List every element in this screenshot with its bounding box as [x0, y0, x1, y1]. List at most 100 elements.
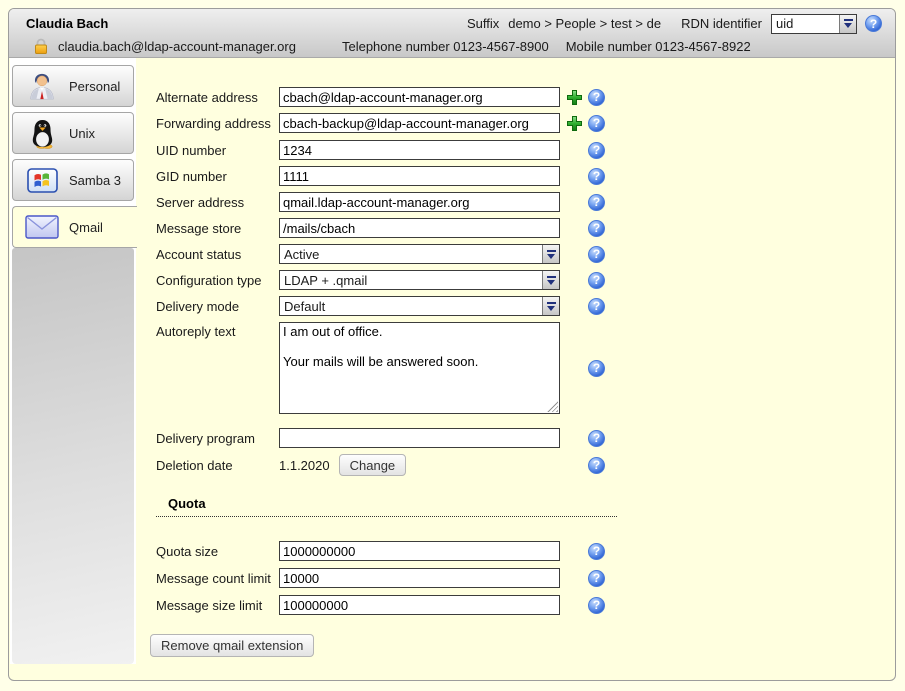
account-status-value: Active	[280, 247, 542, 262]
form-row-delivery-program: Delivery program	[156, 428, 617, 448]
plus-icon	[566, 115, 583, 132]
sidebar-filler	[12, 248, 134, 664]
rdn-identifier-label: RDN identifier	[681, 16, 762, 31]
form-row-delivery-mode: Delivery mode Default	[156, 296, 617, 316]
delivery-program-input[interactable]	[279, 428, 560, 448]
tux-icon	[23, 118, 61, 149]
form-row-forwarding-address: Forwarding address	[156, 113, 617, 133]
forwarding-address-input[interactable]	[279, 113, 560, 133]
field-label: Autoreply text	[156, 322, 279, 339]
suffix-label: Suffix	[467, 16, 499, 31]
chevron-down-icon[interactable]	[839, 15, 856, 33]
form-row-autoreply-text: Autoreply text I am out of office. Your …	[156, 322, 617, 414]
field-label: Forwarding address	[156, 116, 279, 131]
tab-label: Personal	[69, 79, 120, 94]
tab-label: Samba 3	[69, 173, 121, 188]
header-row-top: Claudia Bach Suffix demo > People > test…	[9, 9, 895, 35]
autoreply-textarea[interactable]: I am out of office. Your mails will be a…	[279, 322, 560, 414]
lock-icon	[33, 37, 49, 55]
help-icon[interactable]	[588, 194, 605, 211]
field-label: Account status	[156, 247, 279, 262]
field-label: Server address	[156, 195, 279, 210]
rdn-identifier-select[interactable]: uid	[771, 14, 857, 34]
delivery-mode-select[interactable]: Default	[279, 296, 560, 316]
tab-label: Qmail	[69, 220, 103, 235]
delivery-mode-value: Default	[280, 299, 542, 314]
tab-qmail[interactable]: Qmail	[12, 206, 137, 248]
alternate-address-input[interactable]	[279, 87, 560, 107]
chevron-down-icon[interactable]	[542, 297, 559, 315]
field-label: Message size limit	[156, 598, 279, 613]
remove-qmail-extension-button[interactable]: Remove qmail extension	[150, 634, 314, 657]
help-icon[interactable]	[588, 142, 605, 159]
qmail-form: Alternate address Forwarding address UID…	[156, 87, 617, 657]
telephone-number: Telephone number 0123-4567-8900	[342, 39, 549, 54]
deletion-date-value: 1.1.2020	[279, 458, 330, 473]
field-label: Message count limit	[156, 571, 279, 586]
help-icon[interactable]	[588, 543, 605, 560]
add-alternate-address-button[interactable]	[560, 89, 588, 106]
uid-number-input[interactable]	[279, 140, 560, 160]
form-row-server-address: Server address	[156, 192, 617, 212]
chevron-down-icon[interactable]	[542, 245, 559, 263]
account-status-select[interactable]: Active	[279, 244, 560, 264]
chevron-down-icon[interactable]	[542, 271, 559, 289]
field-label: Message store	[156, 221, 279, 236]
help-icon[interactable]	[588, 298, 605, 315]
help-icon[interactable]	[588, 246, 605, 263]
help-icon[interactable]	[588, 89, 605, 106]
form-row-configuration-type: Configuration type LDAP + .qmail	[156, 270, 617, 290]
help-icon[interactable]	[588, 430, 605, 447]
help-icon[interactable]	[588, 115, 605, 132]
quota-section-title: Quota	[156, 482, 617, 517]
form-row-gid-number: GID number	[156, 166, 617, 186]
message-count-limit-input[interactable]	[279, 568, 560, 588]
tab-samba3[interactable]: Samba 3	[12, 159, 134, 201]
mobile-number: Mobile number 0123-4567-8922	[566, 39, 751, 54]
help-icon[interactable]	[588, 220, 605, 237]
tab-personal[interactable]: Personal	[12, 65, 134, 107]
header-row-bottom: claudia.bach@ldap-account-manager.org Te…	[9, 35, 895, 57]
person-icon	[23, 71, 61, 101]
help-icon[interactable]	[865, 15, 882, 32]
help-icon[interactable]	[588, 570, 605, 587]
help-icon[interactable]	[588, 360, 605, 377]
page-title: Claudia Bach	[26, 16, 108, 31]
message-size-limit-input[interactable]	[279, 595, 560, 615]
server-address-input[interactable]	[279, 192, 560, 212]
form-row-account-status: Account status Active	[156, 244, 617, 264]
form-row-message-store: Message store	[156, 218, 617, 238]
help-icon[interactable]	[588, 168, 605, 185]
quota-size-input[interactable]	[279, 541, 560, 561]
configuration-type-value: LDAP + .qmail	[280, 273, 542, 288]
form-row-deletion-date: Deletion date 1.1.2020 Change	[156, 454, 617, 476]
field-label: Alternate address	[156, 90, 279, 105]
form-row-quota-size: Quota size	[156, 541, 617, 561]
field-label: Quota size	[156, 544, 279, 559]
help-icon[interactable]	[588, 457, 605, 474]
field-label: Configuration type	[156, 273, 279, 288]
form-row-message-count-limit: Message count limit	[156, 568, 617, 588]
configuration-type-select[interactable]: LDAP + .qmail	[279, 270, 560, 290]
help-icon[interactable]	[588, 597, 605, 614]
field-label: GID number	[156, 169, 279, 184]
form-row-alternate-address: Alternate address	[156, 87, 617, 107]
tab-label: Unix	[69, 126, 95, 141]
form-row-uid-number: UID number	[156, 140, 617, 160]
suffix-breadcrumb: demo > People > test > de	[508, 16, 661, 31]
message-store-input[interactable]	[279, 218, 560, 238]
envelope-icon	[23, 215, 61, 239]
header-bar: Claudia Bach Suffix demo > People > test…	[9, 9, 895, 58]
gid-number-input[interactable]	[279, 166, 560, 186]
field-label: Delivery mode	[156, 299, 279, 314]
module-tab-sidebar: Personal Unix	[10, 58, 136, 664]
form-row-message-size-limit: Message size limit	[156, 595, 617, 615]
change-button[interactable]: Change	[339, 454, 407, 476]
account-email: claudia.bach@ldap-account-manager.org	[58, 39, 296, 54]
add-forwarding-address-button[interactable]	[560, 115, 588, 132]
field-label: UID number	[156, 143, 279, 158]
windows-icon	[23, 168, 61, 193]
tab-unix[interactable]: Unix	[12, 112, 134, 154]
help-icon[interactable]	[588, 272, 605, 289]
field-label: Deletion date	[156, 458, 279, 473]
